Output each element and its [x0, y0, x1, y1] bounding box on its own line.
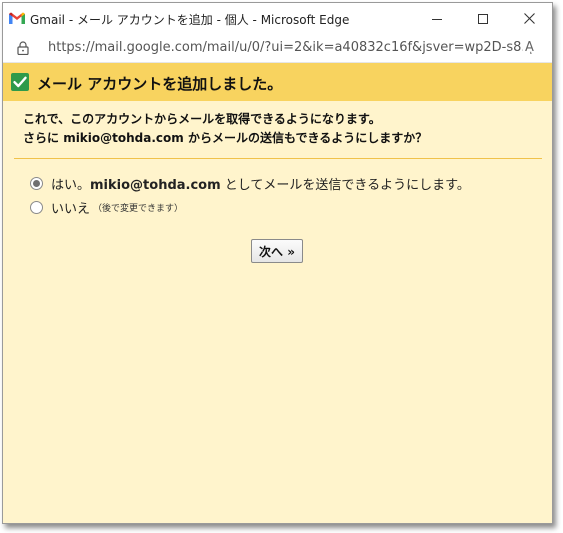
- next-button[interactable]: 次へ »: [251, 239, 303, 263]
- browser-window: Gmail - メール アカウントを追加 - 個人 - Microsoft Ed…: [2, 2, 553, 524]
- header-banner: メール アカウントを追加しました。: [3, 63, 552, 101]
- option-yes[interactable]: はい。mikio@tohda.com としてメールを送信できるようにします。: [30, 174, 470, 193]
- description-line-2: さらに mikio@tohda.com からメールの送信もできるようにしますか？: [23, 129, 427, 148]
- option-yes-suffix: としてメールを送信できるようにします。: [220, 178, 470, 193]
- checkmark-icon: [11, 73, 29, 91]
- gmail-icon: [9, 12, 25, 24]
- close-icon: [523, 13, 535, 24]
- option-yes-label[interactable]: はい。mikio@tohda.com としてメールを送信できるようにします。: [51, 174, 470, 193]
- maximize-icon: [478, 13, 488, 24]
- description-email: mikio@tohda.com: [63, 131, 184, 145]
- option-yes-prefix: はい。: [51, 178, 91, 193]
- minimize-button[interactable]: [414, 3, 460, 34]
- maximize-button[interactable]: [460, 3, 506, 34]
- description: これで、このアカウントからメールを取得できるようになります。 さらに mikio…: [23, 110, 427, 148]
- option-no-label[interactable]: いいえ: [51, 198, 90, 217]
- radio-no[interactable]: [30, 201, 43, 214]
- description-prefix: さらに: [23, 131, 64, 145]
- option-yes-email: mikio@tohda.com: [90, 178, 221, 193]
- title-bar: Gmail - メール アカウントを追加 - 個人 - Microsoft Ed…: [3, 3, 552, 34]
- window-title: Gmail - メール アカウントを追加 - 個人 - Microsoft Ed…: [30, 13, 350, 27]
- option-no-note: （後で変更できます）: [93, 204, 184, 214]
- description-suffix: からメールの送信もできるようにしますか？: [183, 131, 428, 145]
- lock-icon[interactable]: [17, 41, 29, 55]
- divider: [14, 158, 542, 159]
- address-bar[interactable]: https://mail.google.com/mail/u/0/?ui=2&i…: [3, 34, 552, 63]
- read-aloud-icon[interactable]: Aͅ: [525, 40, 534, 55]
- url-text[interactable]: https://mail.google.com/mail/u/0/?ui=2&i…: [48, 40, 523, 55]
- page-title: メール アカウントを追加しました。: [37, 75, 283, 93]
- description-line-1: これで、このアカウントからメールを取得できるようになります。: [23, 112, 381, 126]
- close-button[interactable]: [506, 3, 552, 34]
- radio-yes[interactable]: [30, 177, 43, 190]
- option-no[interactable]: いいえ （後で変更できます）: [30, 198, 183, 217]
- minimize-icon: [432, 18, 442, 20]
